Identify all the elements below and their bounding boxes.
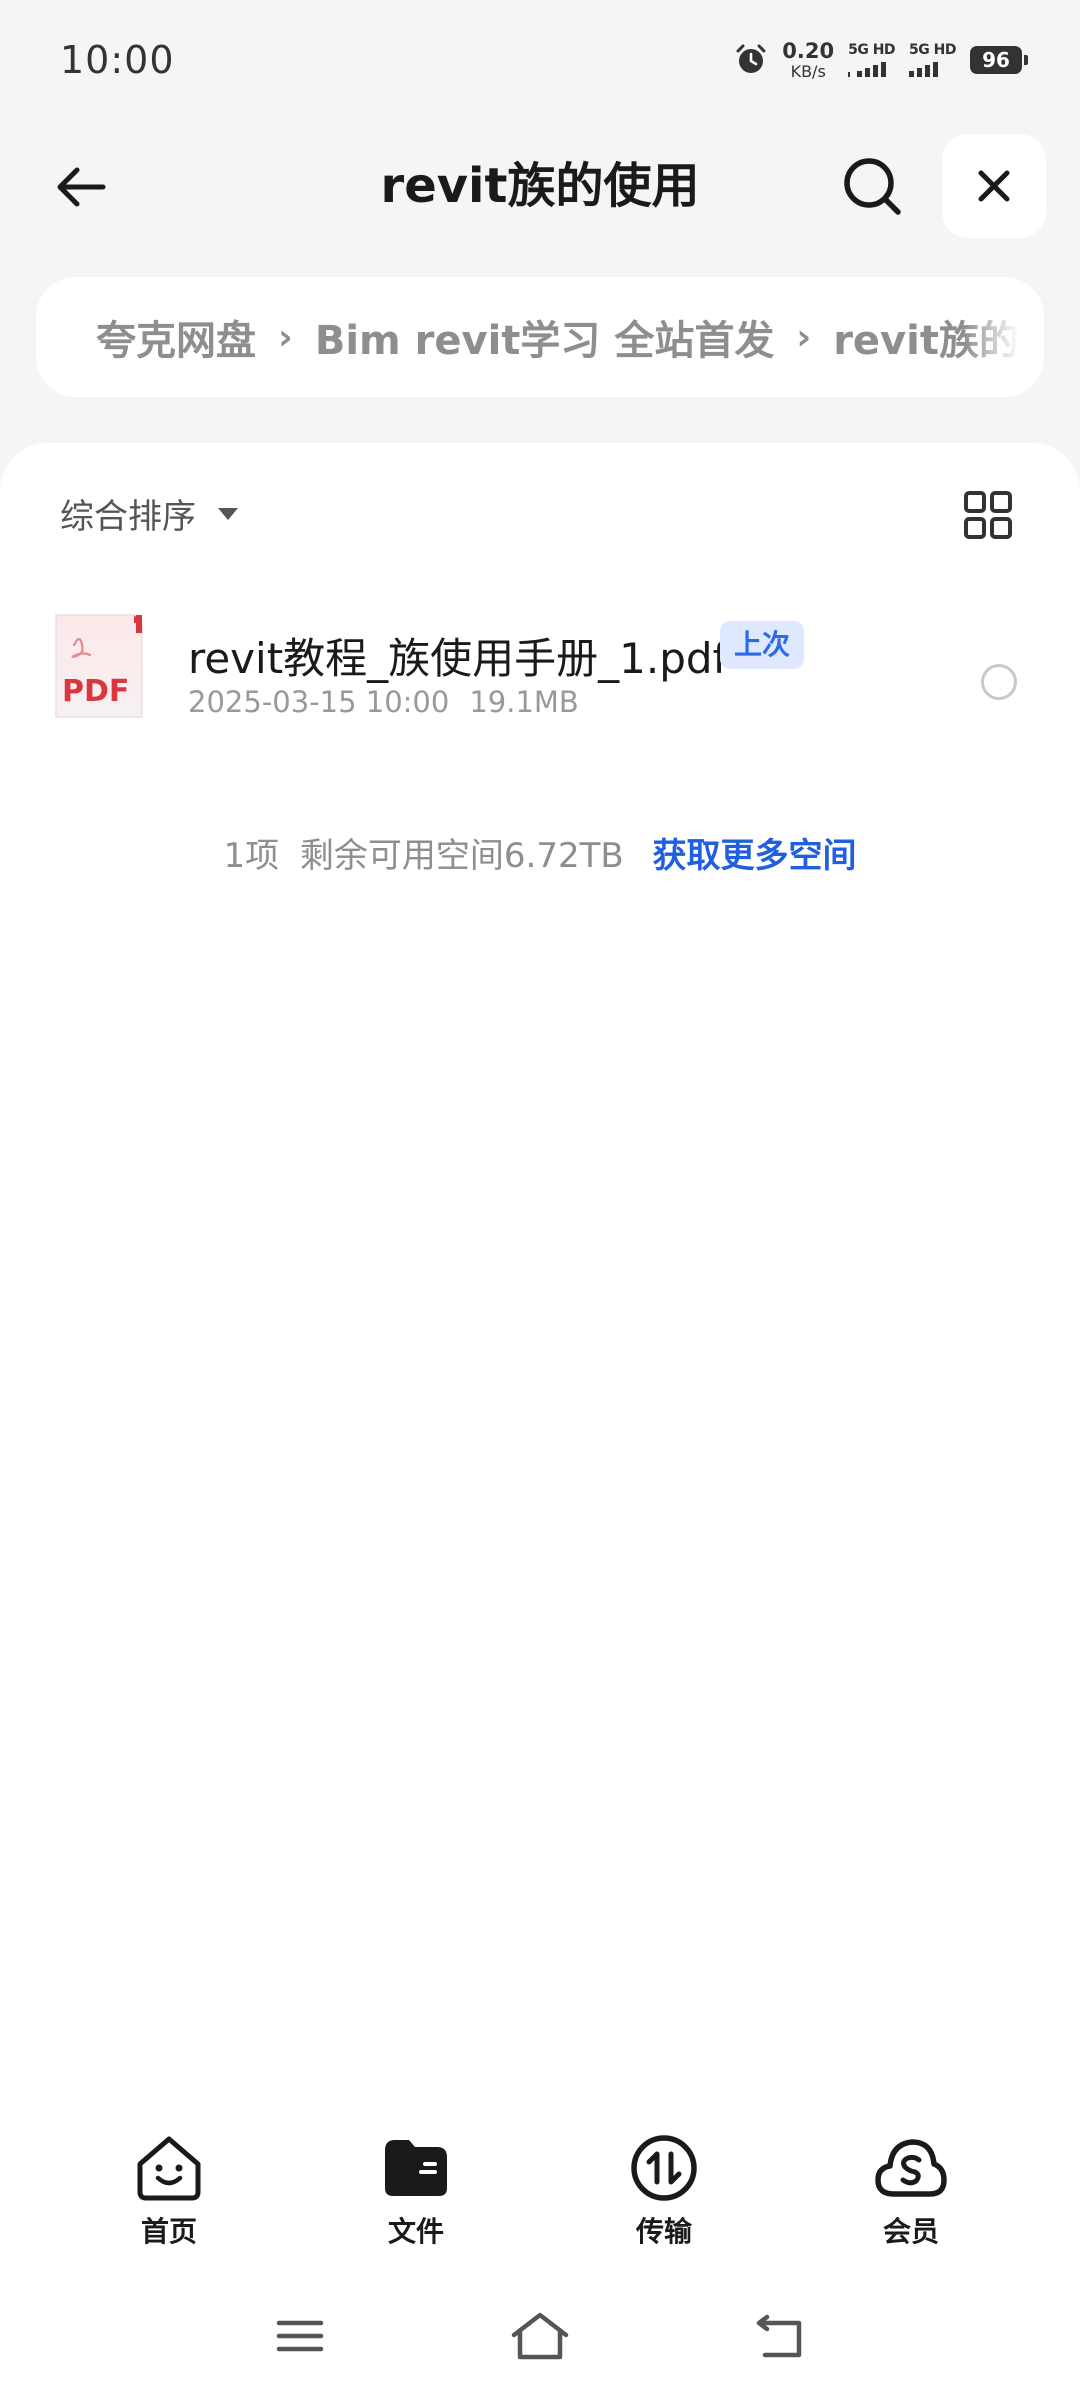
file-meta: 2025-03-15 10:00 19.1MB <box>188 685 579 719</box>
grid-icon <box>964 491 1012 539</box>
system-back-button[interactable] <box>750 2306 810 2366</box>
sim1-label: 5G HD <box>848 42 896 58</box>
signal-bars-icon <box>848 61 887 77</box>
bottom-nav: 首页 文件 传输 会员 <box>0 2130 1080 2260</box>
home-face-icon <box>137 2136 201 2201</box>
nav-item-files[interactable]: 文件 <box>346 2130 486 2260</box>
last-opened-badge: 上次 <box>720 621 805 669</box>
sim2-label: 5G HD <box>909 42 956 58</box>
page-title: revit族的使用 <box>380 158 700 214</box>
arrow-left-icon <box>57 167 106 207</box>
pdf-file-icon: PDF <box>55 614 143 718</box>
folder-icon <box>385 2140 447 2196</box>
nav-label: 会员 <box>882 2215 939 2248</box>
grid-view-button[interactable] <box>960 487 1016 543</box>
battery-icon: 96 <box>970 46 1028 74</box>
alarm-icon <box>736 44 766 73</box>
file-select-checkbox[interactable] <box>981 664 1017 700</box>
get-more-space-link[interactable]: 获取更多空间 <box>653 836 857 876</box>
close-button[interactable] <box>942 134 1046 238</box>
transfer-icon <box>631 2135 697 2201</box>
signal-bars-icon <box>909 61 939 77</box>
search-icon <box>844 158 901 215</box>
status-bar: 10:00 0.20 KB/s 5G HD 5G HD 96 <box>0 0 1080 120</box>
back-icon <box>756 2314 802 2358</box>
sim1-signal: 5G HD <box>848 42 896 77</box>
home-icon <box>511 2312 569 2360</box>
cloud-member-icon <box>875 2139 947 2197</box>
caret-down-icon <box>218 508 238 520</box>
search-button[interactable] <box>836 150 908 222</box>
battery-level: 96 <box>982 48 1010 72</box>
remaining-space: 剩余可用空间6.72TB <box>299 836 624 876</box>
nav-item-member[interactable]: 会员 <box>841 2130 981 2260</box>
sort-dropdown[interactable]: 综合排序 <box>60 483 238 543</box>
item-count: 1项 <box>223 836 280 876</box>
sim2-signal: 5G HD <box>909 43 956 77</box>
storage-summary: 1项 剩余可用空间6.72TB 获取更多空间 <box>0 828 1080 877</box>
breadcrumb-fade <box>964 277 1044 397</box>
menu-icon <box>276 2320 324 2352</box>
pdf-icon-label: PDF <box>62 674 129 709</box>
breadcrumb: 夸克网盘 › Bim revit学习 全站首发 › revit族的使用 <box>36 277 1044 397</box>
file-list-panel: 综合排序 PDF revit教程_族使用手册_1.pdf 上次 2025-03-… <box>0 443 1080 2400</box>
breadcrumb-item-parent[interactable]: Bim revit学习 全站首发 <box>315 308 775 366</box>
header: revit族的使用 <box>0 130 1080 242</box>
breadcrumb-separator: › <box>278 316 293 358</box>
home-button[interactable] <box>510 2306 570 2366</box>
file-list-item[interactable]: PDF revit教程_族使用手册_1.pdf 上次 2025-03-15 10… <box>0 611 1080 743</box>
sort-label: 综合排序 <box>60 496 196 537</box>
nav-label: 文件 <box>387 2215 444 2248</box>
status-icons: 0.20 KB/s 5G HD 5G HD 96 <box>734 38 1028 81</box>
nav-item-transfer[interactable]: 传输 <box>594 2130 734 2260</box>
net-speed-value: 0.20 <box>782 38 835 63</box>
file-date: 2025-03-15 10:00 <box>188 685 450 719</box>
close-icon <box>978 170 1010 202</box>
file-size: 19.1MB <box>469 685 579 719</box>
nav-label: 首页 <box>140 2215 197 2248</box>
system-nav-bar <box>0 2296 1080 2376</box>
file-name: revit教程_族使用手册_1.pdf <box>188 634 728 683</box>
nav-label: 传输 <box>635 2215 692 2248</box>
back-button[interactable] <box>46 152 116 222</box>
nav-item-home[interactable]: 首页 <box>99 2130 239 2260</box>
screen: 10:00 0.20 KB/s 5G HD 5G HD 96 revit族的使用… <box>0 0 1080 2400</box>
net-speed-unit: KB/s <box>790 61 826 81</box>
network-speed: 0.20 KB/s <box>782 38 835 81</box>
breadcrumb-item-root[interactable]: 夸克网盘 <box>96 308 256 366</box>
breadcrumb-separator: › <box>796 316 812 358</box>
status-time: 10:00 <box>60 38 175 82</box>
recent-apps-button[interactable] <box>270 2306 330 2366</box>
